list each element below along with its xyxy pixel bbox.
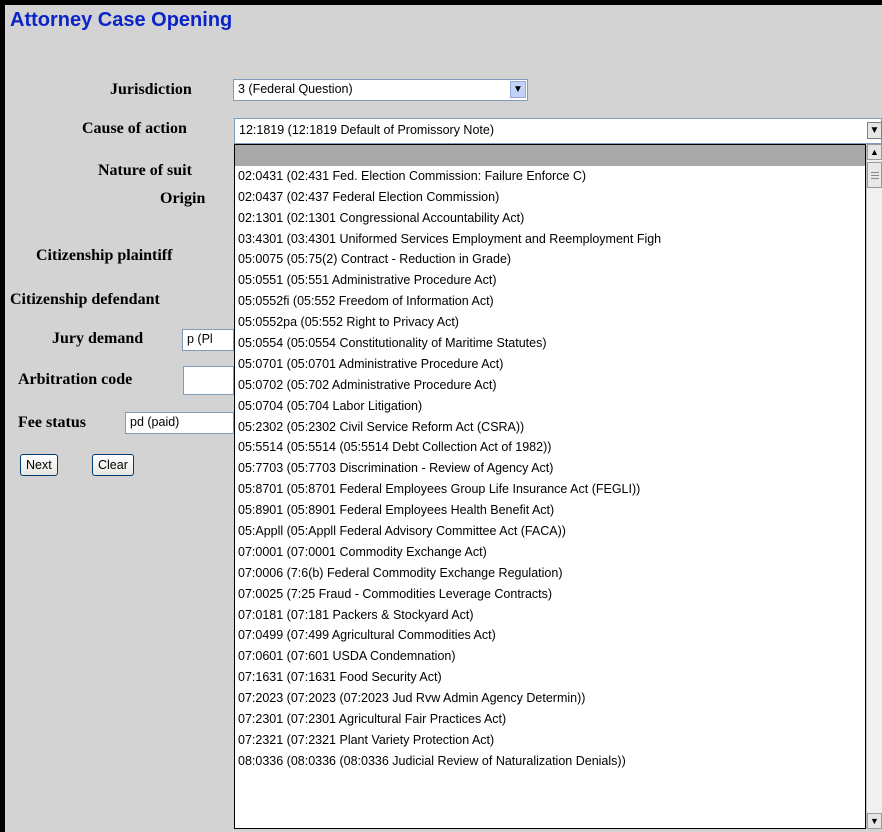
scroll-down-chevron-down-icon[interactable]: ▼ <box>867 813 882 829</box>
list-item[interactable]: 05:0075 (05:75(2) Contract - Reduction i… <box>235 249 865 270</box>
list-item[interactable]: 07:2321 (07:2321 Plant Variety Protectio… <box>235 730 865 751</box>
list-item[interactable]: 05:0554 (05:0554 Constitutionality of Ma… <box>235 333 865 354</box>
origin-label: Origin <box>160 190 206 207</box>
arbitration-code-input[interactable] <box>183 366 234 395</box>
list-item[interactable]: 07:0499 (07:499 Agricultural Commodities… <box>235 625 865 646</box>
list-item[interactable]: 07:0601 (07:601 USDA Condemnation) <box>235 646 865 667</box>
list-item[interactable]: 07:0001 (07:0001 Commodity Exchange Act) <box>235 542 865 563</box>
jury-demand-select[interactable]: p (Pl <box>182 329 234 351</box>
list-item[interactable]: 05:8701 (05:8701 Federal Employees Group… <box>235 479 865 500</box>
citizenship-plaintiff-label: Citizenship plaintiff <box>36 247 173 264</box>
next-button[interactable]: Next <box>20 454 58 476</box>
scroll-thumb[interactable] <box>867 162 882 188</box>
list-item[interactable]: 05:0552fi (05:552 Freedom of Information… <box>235 291 865 312</box>
list-item[interactable]: 05:Appll (05:Appll Federal Advisory Comm… <box>235 521 865 542</box>
scroll-up-triangle-up-icon[interactable]: ▲ <box>867 144 882 160</box>
jury-demand-value: p (Pl <box>187 332 213 346</box>
list-item[interactable]: 07:2023 (07:2023 (07:2023 Jud Rvw Admin … <box>235 688 865 709</box>
list-item[interactable]: 07:0181 (07:181 Packers & Stockyard Act) <box>235 605 865 626</box>
cause-dropdown-chevron-down-icon[interactable]: ▼ <box>867 122 882 139</box>
arbitration-code-label: Arbitration code <box>18 371 133 388</box>
list-item[interactable]: 02:1301 (02:1301 Congressional Accountab… <box>235 208 865 229</box>
cause-of-action-value: 12:1819 (12:1819 Default of Promissory N… <box>239 123 494 137</box>
nature-of-suit-label: Nature of suit <box>98 162 192 179</box>
fee-status-value: pd (paid) <box>130 415 180 429</box>
page-title: Attorney Case Opening <box>10 9 233 31</box>
list-item[interactable]: 05:0551 (05:551 Administrative Procedure… <box>235 270 865 291</box>
dropdown-scrollbar[interactable]: ▲ ▼ <box>866 144 882 829</box>
list-item[interactable]: 07:0006 (7:6(b) Federal Commodity Exchan… <box>235 563 865 584</box>
cause-of-action-dropdown-list[interactable]: 02:0431 (02:431 Fed. Election Commission… <box>234 144 866 829</box>
list-item[interactable]: 05:5514 (05:5514 (05:5514 Debt Collectio… <box>235 437 865 458</box>
jurisdiction-select[interactable]: 3 (Federal Question) <box>233 79 528 101</box>
list-item[interactable]: 05:0702 (05:702 Administrative Procedure… <box>235 375 865 396</box>
list-item[interactable]: 05:8901 (05:8901 Federal Employees Healt… <box>235 500 865 521</box>
list-item[interactable]: 07:0025 (7:25 Fraud - Commodities Levera… <box>235 584 865 605</box>
citizenship-defendant-label: Citizenship defendant <box>10 291 160 308</box>
list-item[interactable]: 02:0431 (02:431 Fed. Election Commission… <box>235 166 865 187</box>
list-item[interactable]: 07:1631 (07:1631 Food Security Act) <box>235 667 865 688</box>
list-item[interactable]: 05:0552pa (05:552 Right to Privacy Act) <box>235 312 865 333</box>
list-item[interactable]: 05:0701 (05:0701 Administrative Procedur… <box>235 354 865 375</box>
jurisdiction-dropdown-chevron-down-icon[interactable]: ▼ <box>510 81 526 98</box>
jury-demand-label: Jury demand <box>52 330 144 347</box>
list-item[interactable]: 02:0437 (02:437 Federal Election Commiss… <box>235 187 865 208</box>
list-item[interactable]: 03:4301 (03:4301 Uniformed Services Empl… <box>235 229 865 250</box>
list-item[interactable]: 08:0336 (08:0336 (08:0336 Judicial Revie… <box>235 751 865 772</box>
fee-status-select[interactable]: pd (paid) <box>125 412 234 434</box>
jurisdiction-label: Jurisdiction <box>110 81 192 98</box>
fee-status-label: Fee status <box>18 414 86 431</box>
jurisdiction-value: 3 (Federal Question) <box>238 82 353 96</box>
list-item[interactable]: 05:2302 (05:2302 Civil Service Reform Ac… <box>235 417 865 438</box>
list-item-highlighted[interactable] <box>235 145 865 166</box>
cause-of-action-label: Cause of action <box>82 120 187 137</box>
list-item[interactable]: 07:2301 (07:2301 Agricultural Fair Pract… <box>235 709 865 730</box>
cause-of-action-select[interactable]: 12:1819 (12:1819 Default of Promissory N… <box>234 118 882 144</box>
list-item[interactable]: 05:7703 (05:7703 Discrimination - Review… <box>235 458 865 479</box>
clear-button[interactable]: Clear <box>92 454 134 476</box>
case-opening-page: Attorney Case Opening Jurisdiction 3 (Fe… <box>5 5 882 832</box>
list-item[interactable]: 05:0704 (05:704 Labor Litigation) <box>235 396 865 417</box>
